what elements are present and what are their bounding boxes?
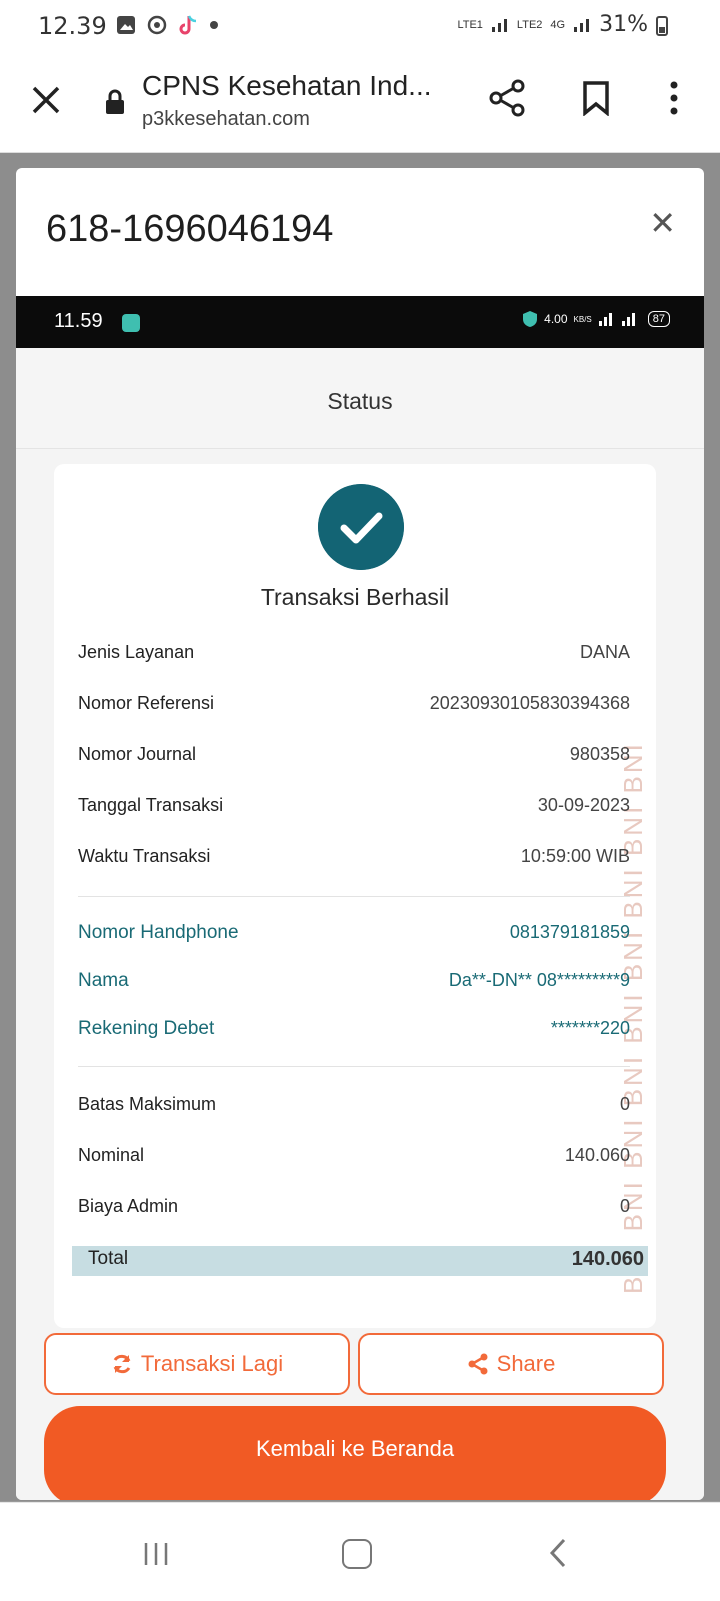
detail-row: Jenis Layanan DANA	[78, 642, 630, 662]
device-status-bar: 12.39 LTE1 LTE2 4G 31%	[0, 0, 720, 52]
detail-row: Waktu Transaksi 10:59:00 WIB	[78, 846, 630, 866]
modal-header: 618-1696046194 ✕	[16, 168, 704, 296]
tiktok-icon	[179, 15, 197, 35]
success-check-icon	[318, 484, 404, 570]
amount-row: Biaya Admin 0	[78, 1196, 630, 1216]
total-label: Total	[88, 1248, 129, 1269]
section-divider	[78, 1066, 630, 1067]
inner-battery: 87	[647, 311, 670, 327]
refresh-icon	[113, 1354, 131, 1374]
transaction-result: Transaksi Berhasil	[260, 584, 450, 610]
receipt-screenshot: 11.59 4.00 KB/S 87 Status BNI BNI BNI BN…	[16, 296, 704, 1500]
repeat-transaction-button[interactable]: Transaksi Lagi	[44, 1333, 350, 1395]
more-options-icon[interactable]	[668, 80, 680, 116]
home-icon[interactable]	[342, 1539, 372, 1569]
modal-title: 618-1696046194	[46, 208, 334, 250]
battery-percent: 31%	[599, 12, 648, 37]
customer-row: Nama Da**-DN** 08*********9	[78, 970, 630, 991]
customer-row: Nomor Handphone 081379181859	[78, 922, 630, 943]
share-small-icon	[468, 1353, 488, 1375]
sync-icon	[147, 15, 167, 35]
page-title[interactable]: CPNS Kesehatan Ind...	[142, 70, 432, 102]
recent-apps-icon[interactable]	[142, 1541, 170, 1567]
total-row: Total 140.060	[72, 1246, 648, 1276]
inner-signal-icon	[598, 313, 635, 326]
share-icon[interactable]	[488, 78, 528, 118]
chat-icon	[122, 314, 140, 332]
network-type: 4G	[550, 18, 566, 31]
status-header: Status	[16, 348, 704, 449]
image-icon	[117, 16, 135, 34]
browser-toolbar: CPNS Kesehatan Ind... p3kkesehatan.com	[0, 52, 720, 153]
network-speed-unit: KB/S	[573, 314, 592, 324]
signal-icon-2	[574, 18, 590, 32]
page-domain[interactable]: p3kkesehatan.com	[142, 108, 310, 131]
detail-row: Tanggal Transaksi 30-09-2023	[78, 795, 630, 815]
status-time: 12.39	[38, 12, 107, 40]
back-icon[interactable]	[548, 1537, 568, 1569]
signal-icon	[491, 18, 507, 32]
amount-row: Batas Maksimum 0	[78, 1094, 630, 1114]
lock-icon	[106, 89, 124, 114]
total-value: 140.060	[571, 1248, 644, 1270]
dot-icon	[210, 21, 218, 29]
system-nav-bar	[0, 1502, 720, 1601]
inner-status-bar: 11.59 4.00 KB/S 87	[16, 296, 704, 348]
close-tab-icon[interactable]	[28, 82, 64, 118]
inner-status-time: 11.59	[54, 310, 103, 332]
shield-icon	[523, 311, 538, 327]
bookmark-icon[interactable]	[580, 80, 612, 116]
image-modal: 618-1696046194 ✕ 11.59 4.00 KB/S 87 Stat…	[16, 168, 704, 1500]
detail-row: Nomor Referensi 20230930105830394368	[78, 693, 630, 713]
customer-row: Rekening Debet *******220	[78, 1018, 630, 1039]
network-lte2: LTE2	[516, 18, 543, 31]
battery-icon	[656, 15, 668, 36]
share-button[interactable]: Share	[358, 1333, 664, 1395]
receipt-card: BNI BNI BNI BNI BNI BNI BNI BNI BNI Tran…	[54, 464, 656, 1328]
status-title: Status	[327, 388, 393, 414]
back-to-home-button[interactable]: Kembali ke Beranda	[44, 1406, 666, 1500]
section-divider	[78, 896, 630, 897]
detail-row: Nomor Journal 980358	[78, 744, 630, 764]
network-lte1: LTE1	[457, 18, 483, 31]
amount-row: Nominal 140.060	[78, 1145, 630, 1165]
modal-close-button[interactable]: ✕	[649, 204, 676, 242]
network-speed: 4.00	[544, 312, 568, 326]
